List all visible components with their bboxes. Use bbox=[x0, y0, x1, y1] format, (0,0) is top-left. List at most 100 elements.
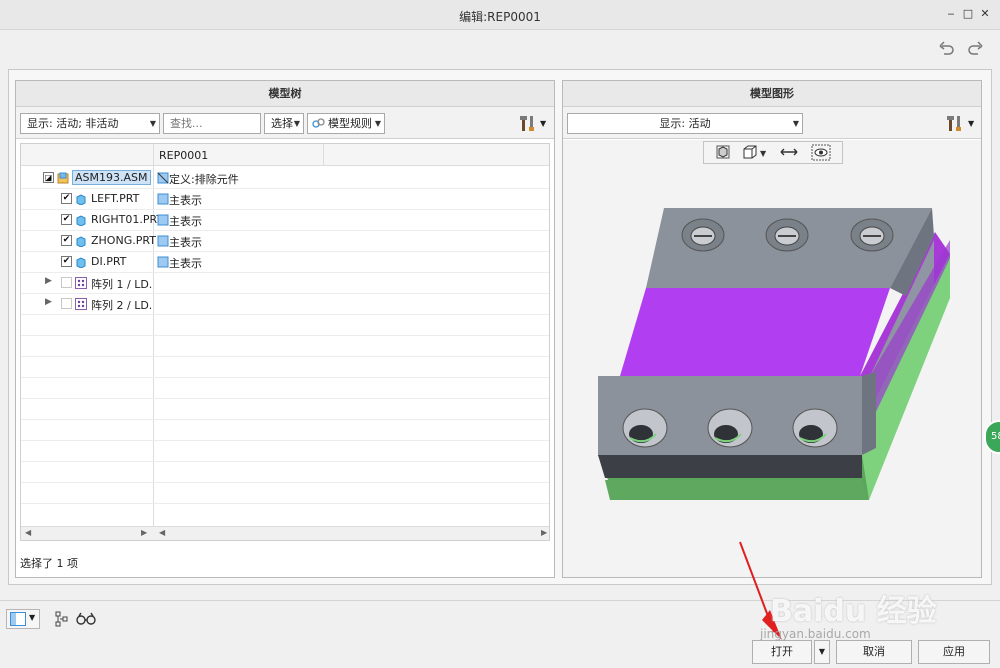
tree-row bbox=[21, 483, 549, 504]
tree-item-name: LEFT.PRT bbox=[91, 192, 140, 205]
column-rep0001: REP0001 bbox=[159, 149, 209, 162]
include-checkbox[interactable] bbox=[61, 298, 72, 309]
3d-model-render bbox=[598, 208, 950, 500]
graphics-toolbar: 显示: 活动 ▼ ▼ bbox=[563, 107, 981, 139]
include-checkbox[interactable]: ✔ bbox=[61, 256, 72, 267]
expand-arrow-icon[interactable]: ▶ bbox=[45, 297, 52, 307]
display-filter-combo[interactable]: 显示: 活动; 非活动 ▼ bbox=[20, 113, 160, 134]
select-dropdown[interactable]: 选择 ▼ bbox=[264, 113, 304, 134]
settings-tools-icon[interactable] bbox=[520, 113, 538, 134]
part-icon bbox=[76, 236, 86, 247]
select-label: 选择 bbox=[271, 117, 293, 130]
expand-arrow-icon[interactable]: ▶ bbox=[45, 276, 52, 286]
search-input[interactable] bbox=[163, 113, 261, 134]
assembly-icon bbox=[57, 172, 69, 184]
part-icon bbox=[76, 194, 86, 205]
redo-icon[interactable] bbox=[966, 40, 984, 56]
horizontal-scrollbar[interactable]: ◀ ▶ ◀ ▶ bbox=[21, 526, 549, 540]
tree-item-name: 阵列 2 / LD.PRT bbox=[91, 299, 153, 312]
column-divider bbox=[323, 144, 324, 166]
master-rep-icon bbox=[157, 235, 169, 247]
chevron-down-icon: ▼ bbox=[374, 119, 381, 128]
tree-structure-icon[interactable] bbox=[54, 610, 70, 628]
model-tree-panel: 模型树 显示: 活动; 非活动▼ 选择▼ 模型规则▼ ▼ REP0001 ◪ A… bbox=[15, 80, 555, 578]
cancel-button[interactable]: 取消 bbox=[836, 640, 912, 664]
settings-tools-icon[interactable] bbox=[947, 113, 965, 134]
tree-item-name: RIGHT01.PRT bbox=[91, 213, 164, 226]
tree-row[interactable]: ◪ ASM193.ASM 定义:排除元件 bbox=[21, 168, 549, 189]
include-checkbox[interactable] bbox=[61, 277, 72, 288]
close-button[interactable]: ✕ bbox=[978, 7, 992, 21]
pan-arrows-icon[interactable] bbox=[774, 143, 804, 162]
tree-row[interactable]: ✔ LEFT.PRT 主表示 bbox=[21, 189, 549, 210]
model-rules-icon bbox=[312, 118, 325, 128]
tree-item-rep: 主表示 bbox=[169, 215, 202, 228]
tree-row bbox=[21, 441, 549, 462]
graphics-display-value: 显示: 活动 bbox=[659, 117, 711, 130]
pattern-icon bbox=[75, 277, 87, 289]
minimize-button[interactable]: ‒ bbox=[944, 7, 958, 21]
settings-chevron-icon[interactable]: ▼ bbox=[540, 113, 546, 134]
maximize-button[interactable]: □ bbox=[961, 7, 975, 21]
scroll-left-icon[interactable]: ◀ bbox=[159, 528, 165, 537]
tree-row bbox=[21, 315, 549, 336]
model-graphics-title: 模型图形 bbox=[563, 81, 981, 107]
graphics-display-combo[interactable]: 显示: 活动 ▼ bbox=[567, 113, 803, 134]
scroll-left-icon[interactable]: ◀ bbox=[25, 528, 31, 537]
tree-row[interactable]: ▶ 阵列 1 / LD.PRT bbox=[21, 273, 549, 294]
tree-item-name: 阵列 1 / LD.PRT bbox=[91, 278, 153, 291]
exclude-rep-icon bbox=[157, 172, 169, 184]
chevron-down-icon: ▼ bbox=[792, 119, 799, 128]
tree-row bbox=[21, 357, 549, 378]
include-checkbox[interactable]: ✔ bbox=[61, 214, 72, 225]
display-filter-value: 显示: 活动; 非活动 bbox=[27, 117, 119, 130]
chevron-down-icon: ▼ bbox=[149, 119, 156, 128]
master-rep-icon bbox=[157, 193, 169, 205]
collapse-toggle-icon[interactable]: ◪ bbox=[43, 172, 54, 183]
display-style-icon[interactable]: ▼ bbox=[738, 143, 768, 162]
model-rules-dropdown[interactable]: 模型规则 ▼ bbox=[307, 113, 385, 134]
tree-item-name: ASM193.ASM bbox=[72, 170, 151, 185]
scroll-right-icon[interactable]: ▶ bbox=[141, 528, 147, 537]
part-icon bbox=[76, 215, 86, 226]
view-visibility-icon[interactable] bbox=[806, 143, 836, 162]
tree-item-name: DI.PRT bbox=[91, 255, 127, 268]
glasses-preview-icon[interactable] bbox=[76, 611, 96, 627]
tree-row bbox=[21, 378, 549, 399]
settings-chevron-icon[interactable]: ▼ bbox=[968, 113, 974, 134]
tree-row bbox=[21, 420, 549, 441]
window-title: 编辑:REP0001 bbox=[459, 10, 541, 24]
model-tree-title: 模型树 bbox=[16, 81, 554, 107]
selection-status: 选择了 1 项 bbox=[20, 557, 78, 570]
tree-item-rep: 主表示 bbox=[169, 257, 202, 270]
view-toolbar: ▼ bbox=[703, 141, 843, 164]
refit-view-icon[interactable] bbox=[708, 143, 738, 162]
part-icon bbox=[76, 257, 86, 268]
layout-panel-icon bbox=[10, 612, 26, 626]
tree-item-rep: 主表示 bbox=[169, 194, 202, 207]
include-checkbox[interactable]: ✔ bbox=[61, 193, 72, 204]
pattern-icon bbox=[75, 298, 87, 310]
chevron-down-icon: ▼ bbox=[293, 119, 300, 128]
include-checkbox[interactable]: ✔ bbox=[61, 235, 72, 246]
tree-row[interactable]: ▶ 阵列 2 / LD.PRT bbox=[21, 294, 549, 315]
scroll-right-icon[interactable]: ▶ bbox=[541, 528, 547, 537]
tree-item-name: ZHONG.PRT bbox=[91, 234, 156, 247]
model-rules-label: 模型规则 bbox=[328, 117, 372, 130]
tree-row[interactable]: ✔ ZHONG.PRT 主表示 bbox=[21, 231, 549, 252]
watermark-url: jingyan.baidu.com bbox=[760, 627, 871, 641]
svg-text:▼: ▼ bbox=[760, 149, 767, 158]
watermark-text: Baidu 经验 bbox=[770, 594, 937, 629]
tree-row bbox=[21, 399, 549, 420]
tree-row bbox=[21, 462, 549, 483]
chevron-down-icon: ▼ bbox=[29, 613, 36, 622]
tree-column-header: REP0001 bbox=[21, 144, 549, 166]
layout-toggle-button[interactable]: ▼ bbox=[6, 609, 40, 629]
master-rep-icon bbox=[157, 256, 169, 268]
open-dropdown-icon[interactable]: ▼ bbox=[814, 640, 830, 664]
undo-icon[interactable] bbox=[938, 40, 956, 56]
apply-button[interactable]: 应用 bbox=[918, 640, 990, 664]
master-rep-icon bbox=[157, 214, 169, 226]
tree-row[interactable]: ✔ RIGHT01.PRT 主表示 bbox=[21, 210, 549, 231]
tree-row[interactable]: ✔ DI.PRT 主表示 bbox=[21, 252, 549, 273]
